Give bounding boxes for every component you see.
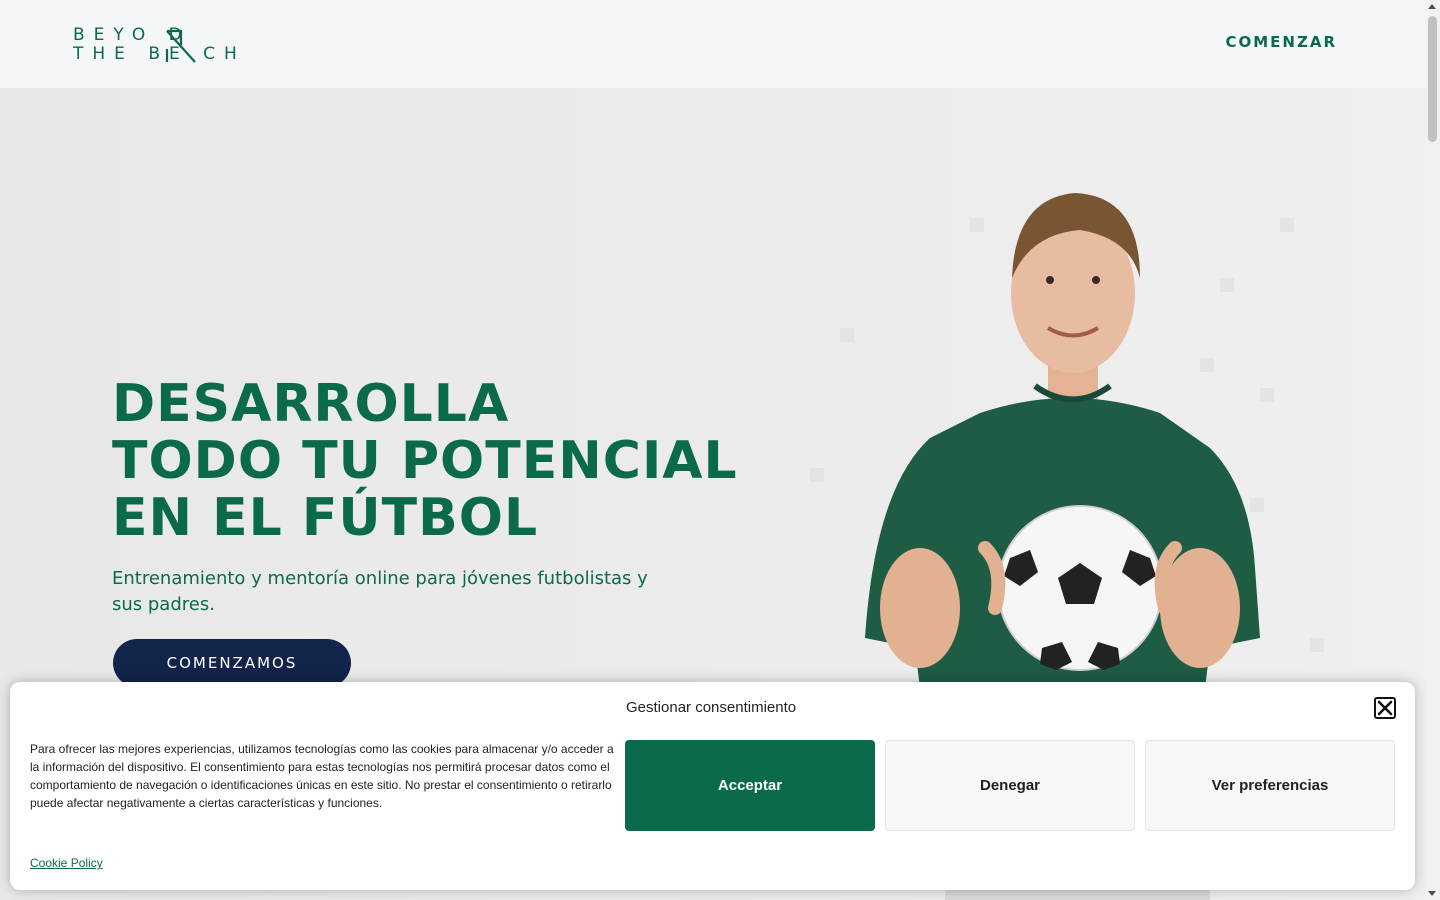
hero-subtitle: Entrenamiento y mentoría online para jóv… <box>112 568 648 615</box>
hero-title: DESARROLLA TODO TU POTENCIAL EN EL FÚTBO… <box>112 376 738 547</box>
accept-button[interactable]: Acceptar <box>625 740 875 831</box>
cookie-consent-banner: Gestionar consentimiento Para ofrecer la… <box>10 682 1415 890</box>
site-header: BEYO D THE BE CH COMENZAR <box>0 0 1425 88</box>
start-button[interactable]: COMENZAMOS <box>113 639 351 687</box>
header-start-link[interactable]: COMENZAR <box>1225 33 1337 51</box>
logo[interactable]: BEYO D THE BE CH <box>73 26 237 66</box>
close-button[interactable] <box>1374 697 1396 719</box>
scroll-up-icon[interactable] <box>1428 4 1436 9</box>
logo-n-mark-icon <box>165 29 196 63</box>
hero-title-line-1: DESARROLLA <box>112 374 510 434</box>
scroll-thumb[interactable] <box>1428 16 1437 142</box>
hero-title-line-3: EN EL FÚTBOL <box>112 488 539 548</box>
scroll-down-icon[interactable] <box>1428 891 1436 896</box>
cookie-title: Gestionar consentimiento <box>626 699 797 716</box>
cookie-description: Para ofrecer las mejores experiencias, u… <box>30 742 614 810</box>
view-preferences-button[interactable]: Ver preferencias <box>1145 740 1395 831</box>
close-icon <box>1377 700 1393 716</box>
cookie-policy-link[interactable]: Cookie Policy <box>30 856 103 870</box>
page-scrollbar[interactable] <box>1425 0 1440 900</box>
hero-title-line-2: TODO TU POTENCIAL <box>112 431 738 491</box>
deny-button[interactable]: Denegar <box>885 740 1135 831</box>
